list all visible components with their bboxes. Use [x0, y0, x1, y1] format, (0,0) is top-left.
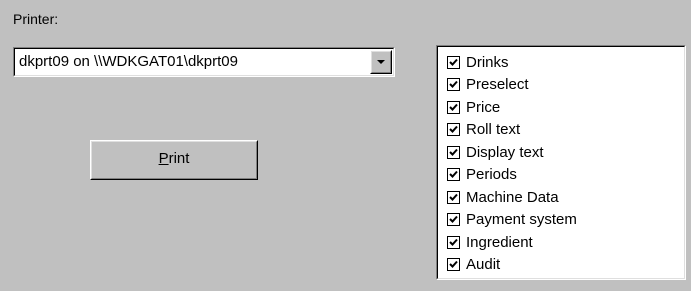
checkbox-checked-icon[interactable]: [447, 190, 460, 204]
printer-label: Printer:: [13, 11, 59, 27]
checklist-item-label: Payment system: [466, 211, 577, 229]
printer-select[interactable]: dkprt09 on \\WDKGAT01\dkprt09: [13, 47, 395, 77]
checkbox-checked-icon[interactable]: [447, 168, 460, 182]
printer-dropdown-button[interactable]: [370, 50, 392, 74]
checkbox-checked-icon[interactable]: [447, 258, 460, 272]
checklist-item-machine-data[interactable]: Machine Data: [447, 186, 685, 209]
checkbox-checked-icon[interactable]: [447, 145, 460, 159]
checklist-item-label: Display text: [466, 143, 544, 161]
checklist-item-label: Machine Data: [466, 188, 559, 206]
checkbox-checked-icon[interactable]: [447, 235, 460, 249]
print-button-mnemonic: P: [158, 150, 169, 167]
checkbox-checked-icon[interactable]: [447, 123, 460, 137]
chevron-down-icon: [377, 60, 385, 64]
checklist-item-label: Drinks: [466, 53, 509, 71]
checklist-item-roll-text[interactable]: Roll text: [447, 119, 685, 142]
checkbox-checked-icon[interactable]: [447, 213, 460, 227]
checklist-item-label: Periods: [466, 166, 517, 184]
checklist-item-audit[interactable]: Audit: [447, 254, 685, 277]
checklist-item-drinks[interactable]: Drinks: [447, 51, 685, 74]
checklist-item-periods[interactable]: Periods: [447, 164, 685, 187]
checklist-item-label: Audit: [466, 256, 501, 274]
print-button-label: rint: [168, 150, 190, 167]
report-checklist[interactable]: Drinks Preselect Price Roll text Display…: [436, 45, 686, 280]
checklist-item-label: Preselect: [466, 76, 529, 94]
checklist-item-ingredient[interactable]: Ingredient: [447, 231, 685, 254]
checklist-item-display-text[interactable]: Display text: [447, 141, 685, 164]
checklist-item-label: Ingredient: [466, 233, 533, 251]
checkbox-checked-icon[interactable]: [447, 55, 460, 69]
checkbox-checked-icon[interactable]: [447, 78, 460, 92]
print-button[interactable]: Print: [90, 140, 258, 180]
checklist-item-label: Roll text: [466, 121, 521, 139]
checklist-item-payment-system[interactable]: Payment system: [447, 209, 685, 232]
checklist-item-label: Price: [466, 98, 501, 116]
printer-select-value: dkprt09 on \\WDKGAT01\dkprt09: [19, 53, 238, 70]
checkbox-checked-icon[interactable]: [447, 100, 460, 114]
checklist-item-preselect[interactable]: Preselect: [447, 74, 685, 97]
checklist-item-price[interactable]: Price: [447, 96, 685, 119]
